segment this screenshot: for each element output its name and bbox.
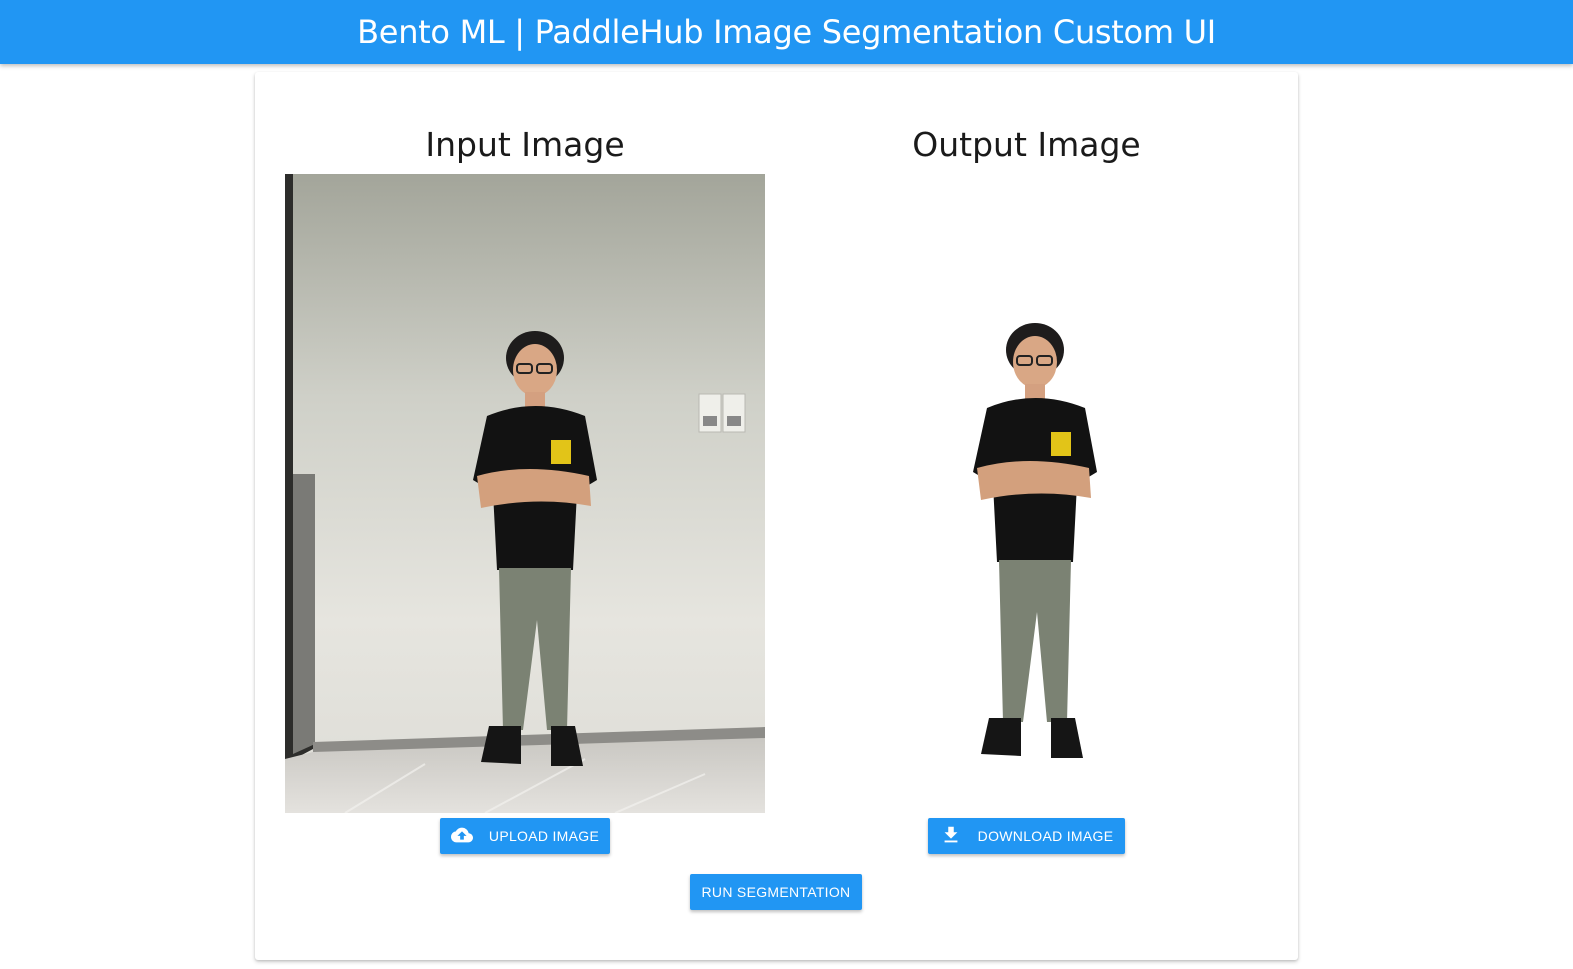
run-segmentation-button[interactable]: RUN SEGMENTATION <box>690 874 862 910</box>
app-bar: Bento ML | PaddleHub Image Segmentation … <box>0 0 1573 64</box>
app-title: Bento ML | PaddleHub Image Segmentation … <box>357 13 1216 51</box>
input-image-title: Input Image <box>425 125 625 164</box>
download-image-button[interactable]: DOWNLOAD IMAGE <box>928 818 1125 854</box>
download-image-label: DOWNLOAD IMAGE <box>977 828 1114 844</box>
cloud-upload-icon <box>450 824 473 849</box>
output-image-title: Output Image <box>912 125 1141 164</box>
output-image <box>955 322 1115 812</box>
input-image <box>285 174 765 813</box>
main-card: Input Image Output Image UPLOAD IMAGE DO… <box>255 72 1298 960</box>
download-icon <box>940 824 962 849</box>
upload-image-button[interactable]: UPLOAD IMAGE <box>440 818 610 854</box>
upload-image-label: UPLOAD IMAGE <box>488 828 600 844</box>
